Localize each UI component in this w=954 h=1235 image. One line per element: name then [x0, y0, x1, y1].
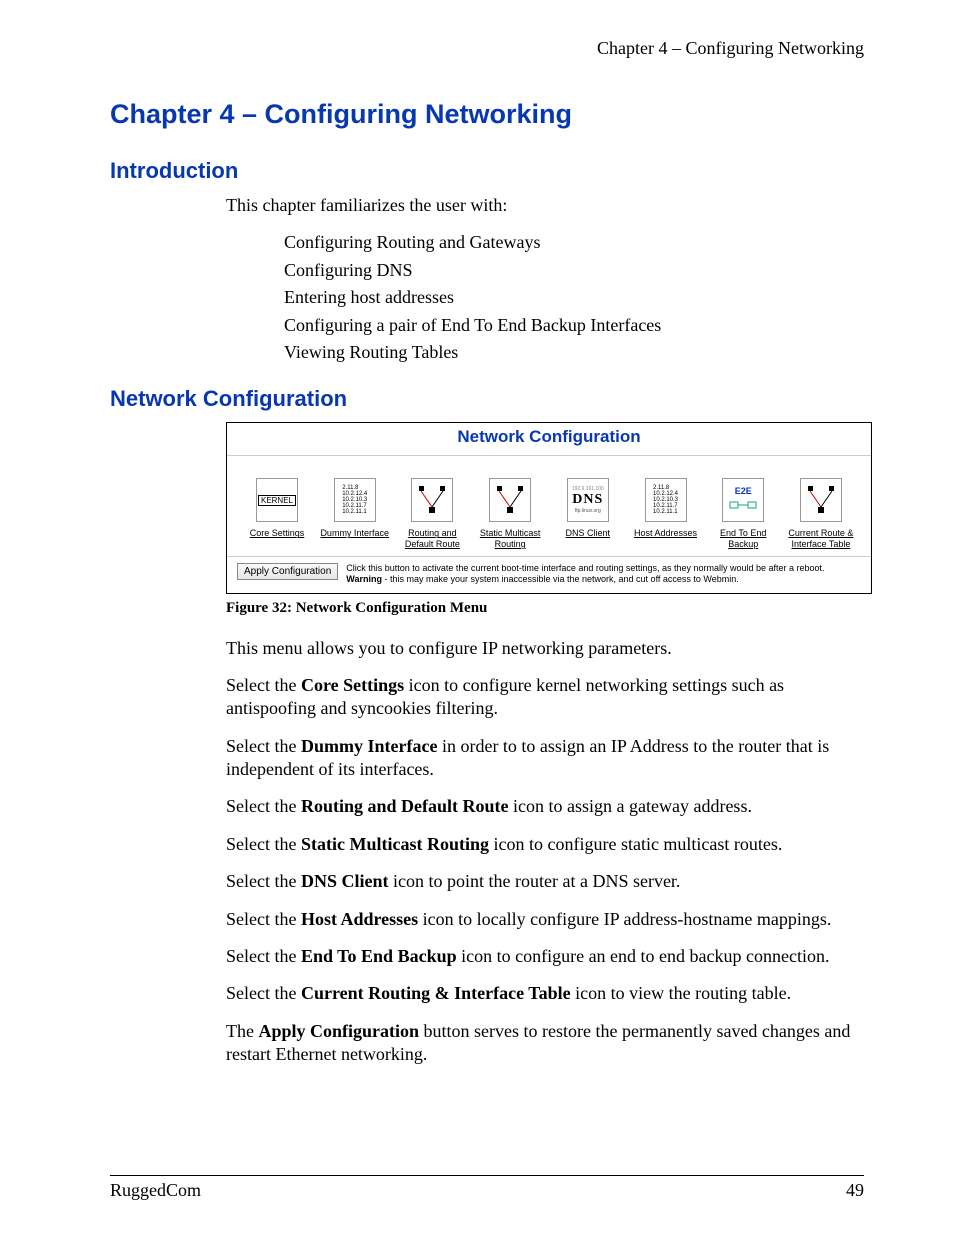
dummy-interface-label: Dummy Interface	[320, 528, 389, 539]
dns-icon: 192.9.161.100 DNS ftp.linux.org	[567, 478, 609, 522]
intro-list: Configuring Routing and Gateways Configu…	[284, 231, 864, 364]
route-table-icon	[800, 478, 842, 522]
icon-row: KERNEL Core Settings 2.11.8 10.2.12.4 10…	[227, 456, 871, 556]
e2e-label: End To End Backup	[705, 528, 781, 550]
intro-list-item: Viewing Routing Tables	[284, 341, 864, 364]
e2e-text: E2E	[735, 486, 752, 496]
ip-line: 10.2.11.1	[653, 509, 678, 515]
apply-row: Apply Configuration Click this button to…	[227, 556, 871, 593]
ip-line: 10.2.11.1	[342, 509, 367, 515]
intro-list-item: Configuring Routing and Gateways	[284, 231, 864, 254]
host-addresses-link[interactable]: 2.11.8 10.2.12.4 10.2.10.3 10.2.11.7 10.…	[628, 478, 704, 550]
body-para: Select the Current Routing & Interface T…	[226, 982, 864, 1005]
apply-configuration-button[interactable]: Apply Configuration	[237, 563, 338, 580]
intro-list-item: Entering host addresses	[284, 286, 864, 309]
intro-lead: This chapter familiarizes the user with:	[226, 194, 864, 217]
ip-list-icon: 2.11.8 10.2.12.4 10.2.10.3 10.2.11.7 10.…	[334, 478, 376, 522]
running-header: Chapter 4 – Configuring Networking	[110, 38, 864, 59]
body-para: This menu allows you to configure IP net…	[226, 637, 864, 660]
footer-left: RuggedCom	[110, 1180, 201, 1201]
smr-label: Static Multicast Routing	[472, 528, 548, 550]
ip-list-icon: 2.11.8 10.2.12.4 10.2.10.3 10.2.11.7 10.…	[645, 478, 687, 522]
intro-list-item: Configuring a pair of End To End Backup …	[284, 314, 864, 337]
page-number: 49	[846, 1180, 864, 1201]
end-to-end-backup-link[interactable]: E2E End To End Backup	[705, 478, 781, 550]
core-settings-label: Core Settings	[250, 528, 305, 539]
dns-client-label: DNS Client	[566, 528, 611, 539]
kernel-label: KERNEL	[258, 495, 296, 506]
section-network-configuration-heading: Network Configuration	[110, 386, 864, 412]
dummy-interface-link[interactable]: 2.11.8 10.2.12.4 10.2.10.3 10.2.11.7 10.…	[317, 478, 393, 550]
dns-sub: ftp.linux.org	[575, 508, 601, 514]
kernel-icon: KERNEL	[256, 478, 298, 522]
body-para: The Apply Configuration button serves to…	[226, 1020, 864, 1067]
apply-text-warning: Warning	[346, 574, 382, 584]
apply-text-post: - this may make your system inaccessible…	[382, 574, 739, 584]
body-para: Select the End To End Backup icon to con…	[226, 945, 864, 968]
body-para: Select the Core Settings icon to configu…	[226, 674, 864, 721]
body-para: Select the Routing and Default Route ico…	[226, 795, 864, 818]
network-config-screenshot: Network Configuration KERNEL Core Settin…	[226, 422, 872, 593]
body-para: Select the Static Multicast Routing icon…	[226, 833, 864, 856]
figure-caption: Figure 32: Network Configuration Menu	[226, 600, 864, 617]
static-multicast-routing-link[interactable]: Static Multicast Routing	[472, 478, 548, 550]
body-para: Select the Dummy Interface in order to t…	[226, 735, 864, 782]
dns-client-link[interactable]: 192.9.161.100 DNS ftp.linux.org DNS Clie…	[550, 478, 626, 550]
page-footer: RuggedCom 49	[110, 1175, 864, 1201]
body-paragraphs: This menu allows you to configure IP net…	[226, 637, 864, 1067]
routing-icon	[411, 478, 453, 522]
multicast-icon	[489, 478, 531, 522]
intro-list-item: Configuring DNS	[284, 259, 864, 282]
section-introduction-heading: Introduction	[110, 158, 864, 184]
e2e-icon: E2E	[722, 478, 764, 522]
panel-title: Network Configuration	[227, 423, 871, 456]
host-addresses-label: Host Addresses	[634, 528, 697, 539]
current-route-table-link[interactable]: Current Route & Interface Table	[783, 478, 859, 550]
core-settings-link[interactable]: KERNEL Core Settings	[239, 478, 315, 550]
routing-label: Routing and Default Route	[394, 528, 470, 550]
crit-label: Current Route & Interface Table	[783, 528, 859, 550]
body-para: Select the Host Addresses icon to locall…	[226, 908, 864, 931]
body-para: Select the DNS Client icon to point the …	[226, 870, 864, 893]
routing-default-route-link[interactable]: Routing and Default Route	[394, 478, 470, 550]
apply-text-pre: Click this button to activate the curren…	[346, 563, 824, 573]
dns-text: DNS	[572, 492, 603, 508]
chapter-title: Chapter 4 – Configuring Networking	[110, 99, 864, 130]
apply-description: Click this button to activate the curren…	[346, 563, 861, 585]
